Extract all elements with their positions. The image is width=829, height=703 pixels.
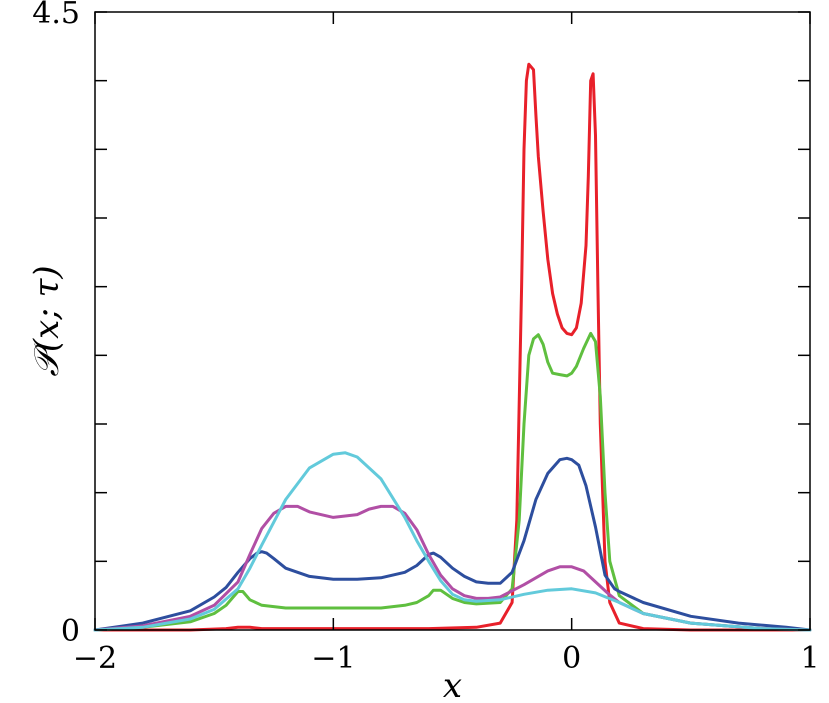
series-line-2 [93, 331, 812, 632]
x-axis-label: x [443, 666, 462, 703]
x-tick-label: 0 [562, 641, 581, 676]
plot-frame [94, 11, 811, 631]
x-tick-label: −1 [311, 641, 355, 676]
y-tick-label: 4.5 [32, 0, 80, 31]
x-tick-label: 1 [800, 641, 819, 676]
chart: −2 −1 0 104.5 x 𝒫(x; τ) [27, 0, 820, 703]
series-layer [93, 62, 812, 632]
ticks-layer: −2 −1 0 104.5 [32, 0, 819, 676]
series-line-3 [93, 456, 812, 632]
series-line-1 [93, 62, 812, 632]
y-tick-label: 0 [61, 614, 80, 649]
y-axis-label: 𝒫(x; τ) [27, 265, 67, 376]
